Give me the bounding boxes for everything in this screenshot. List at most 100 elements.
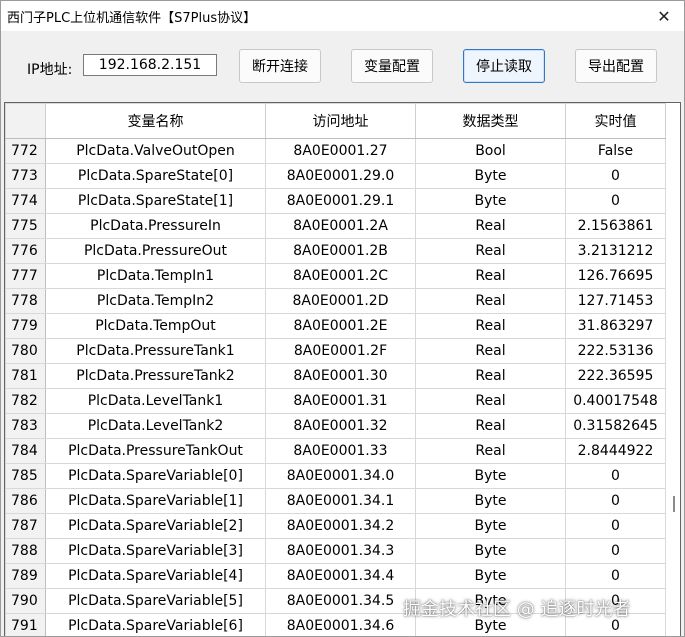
row-number[interactable]: 773	[5, 163, 46, 189]
ip-address-input[interactable]	[83, 54, 217, 76]
cell-realtime-value[interactable]: 0	[565, 513, 666, 539]
table-row[interactable]: 773 PlcData.SpareState[0] 8A0E0001.29.0 Byt…	[5, 163, 666, 189]
cell-realtime-value[interactable]: 222.53136	[565, 338, 666, 364]
row-number[interactable]: 786	[5, 488, 46, 514]
stop-reading-button[interactable]: 停止读取	[463, 49, 545, 83]
cell-data-type[interactable]: Real	[415, 413, 566, 439]
cell-data-type[interactable]: Byte	[415, 488, 566, 514]
cell-realtime-value[interactable]: 2.8444922	[565, 438, 666, 464]
cell-data-type[interactable]: Real	[415, 438, 566, 464]
export-config-button[interactable]: 导出配置	[575, 49, 657, 83]
cell-data-type[interactable]: Real	[415, 288, 566, 314]
cell-access-address[interactable]: 8A0E0001.29.0	[265, 163, 416, 189]
cell-data-type[interactable]: Byte	[415, 463, 566, 489]
cell-access-address[interactable]: 8A0E0001.2B	[265, 238, 416, 264]
vertical-scrollbar-thumb[interactable]	[673, 496, 675, 512]
cell-variable-name[interactable]: PlcData.TempOut	[45, 313, 266, 339]
cell-access-address[interactable]: 8A0E0001.29.1	[265, 188, 416, 214]
cell-access-address[interactable]: 8A0E0001.27	[265, 138, 416, 164]
cell-access-address[interactable]: 8A0E0001.30	[265, 363, 416, 389]
cell-realtime-value[interactable]: 0	[565, 488, 666, 514]
variable-grid[interactable]: 变量名称 访问地址 数据类型 实时值 772 PlcData.ValveOutOp…	[4, 102, 681, 636]
table-row[interactable]: 776 PlcData.PressureOut 8A0E0001.2B Real 3.2…	[5, 238, 666, 264]
row-number[interactable]: 779	[5, 313, 46, 339]
cell-variable-name[interactable]: PlcData.TempIn2	[45, 288, 266, 314]
row-number[interactable]: 783	[5, 413, 46, 439]
column-header-type[interactable]: 数据类型	[415, 103, 566, 139]
cell-realtime-value[interactable]: 0	[565, 538, 666, 564]
cell-data-type[interactable]: Real	[415, 363, 566, 389]
cell-realtime-value[interactable]: 222.36595	[565, 363, 666, 389]
cell-realtime-value[interactable]: 0	[565, 563, 666, 589]
cell-realtime-value[interactable]: 0.40017548	[565, 388, 666, 414]
cell-variable-name[interactable]: PlcData.PressureOut	[45, 238, 266, 264]
cell-realtime-value[interactable]: 0.31582645	[565, 413, 666, 439]
cell-access-address[interactable]: 8A0E0001.34.6	[265, 613, 416, 636]
cell-access-address[interactable]: 8A0E0001.2C	[265, 263, 416, 289]
row-number[interactable]: 784	[5, 438, 46, 464]
table-row[interactable]: 775 PlcData.PressureIn 8A0E0001.2A Real 2.15…	[5, 213, 666, 239]
row-number[interactable]: 777	[5, 263, 46, 289]
cell-realtime-value[interactable]: False	[565, 138, 666, 164]
cell-variable-name[interactable]: PlcData.SpareVariable[6]	[45, 613, 266, 636]
cell-variable-name[interactable]: PlcData.SpareVariable[5]	[45, 588, 266, 614]
table-row[interactable]: 786 PlcData.SpareVariable[1] 8A0E0001.34.1…	[5, 488, 666, 514]
cell-variable-name[interactable]: PlcData.LevelTank2	[45, 413, 266, 439]
cell-variable-name[interactable]: PlcData.PressureIn	[45, 213, 266, 239]
cell-access-address[interactable]: 8A0E0001.34.0	[265, 463, 416, 489]
column-header-name[interactable]: 变量名称	[45, 103, 266, 139]
table-row[interactable]: 777 PlcData.TempIn1 8A0E0001.2C Real 126.766…	[5, 263, 666, 289]
cell-access-address[interactable]: 8A0E0001.34.5	[265, 588, 416, 614]
cell-data-type[interactable]: Bool	[415, 138, 566, 164]
disconnect-button[interactable]: 断开连接	[239, 49, 321, 83]
table-row[interactable]: 774 PlcData.SpareState[1] 8A0E0001.29.1 Byt…	[5, 188, 666, 214]
cell-data-type[interactable]: Byte	[415, 513, 566, 539]
table-row[interactable]: 783 PlcData.LevelTank2 8A0E0001.32 Real 0.31…	[5, 413, 666, 439]
row-number[interactable]: 778	[5, 288, 46, 314]
cell-variable-name[interactable]: PlcData.SpareVariable[2]	[45, 513, 266, 539]
row-number[interactable]: 781	[5, 363, 46, 389]
cell-realtime-value[interactable]: 0	[565, 188, 666, 214]
row-header-corner[interactable]	[5, 103, 46, 139]
table-row[interactable]: 781 PlcData.PressureTank2 8A0E0001.30 Real 2…	[5, 363, 666, 389]
cell-access-address[interactable]: 8A0E0001.34.2	[265, 513, 416, 539]
cell-variable-name[interactable]: PlcData.PressureTank1	[45, 338, 266, 364]
table-row[interactable]: 778 PlcData.TempIn2 8A0E0001.2D Real 127.714…	[5, 288, 666, 314]
table-row[interactable]: 787 PlcData.SpareVariable[2] 8A0E0001.34.2…	[5, 513, 666, 539]
cell-variable-name[interactable]: PlcData.SpareVariable[1]	[45, 488, 266, 514]
cell-realtime-value[interactable]: 126.76695	[565, 263, 666, 289]
cell-variable-name[interactable]: PlcData.LevelTank1	[45, 388, 266, 414]
cell-access-address[interactable]: 8A0E0001.34.4	[265, 563, 416, 589]
cell-variable-name[interactable]: PlcData.PressureTankOut	[45, 438, 266, 464]
cell-access-address[interactable]: 8A0E0001.2F	[265, 338, 416, 364]
cell-variable-name[interactable]: PlcData.SpareVariable[3]	[45, 538, 266, 564]
cell-variable-name[interactable]: PlcData.SpareVariable[0]	[45, 463, 266, 489]
cell-data-type[interactable]: Real	[415, 313, 566, 339]
cell-variable-name[interactable]: PlcData.SpareVariable[4]	[45, 563, 266, 589]
cell-access-address[interactable]: 8A0E0001.34.1	[265, 488, 416, 514]
row-number[interactable]: 775	[5, 213, 46, 239]
cell-realtime-value[interactable]: 3.2131212	[565, 238, 666, 264]
cell-data-type[interactable]: Byte	[415, 563, 566, 589]
cell-data-type[interactable]: Byte	[415, 163, 566, 189]
cell-access-address[interactable]: 8A0E0001.34.3	[265, 538, 416, 564]
cell-data-type[interactable]: Real	[415, 238, 566, 264]
row-number[interactable]: 785	[5, 463, 46, 489]
row-number[interactable]: 782	[5, 388, 46, 414]
row-number[interactable]: 787	[5, 513, 46, 539]
cell-realtime-value[interactable]: 31.863297	[565, 313, 666, 339]
cell-variable-name[interactable]: PlcData.SpareState[1]	[45, 188, 266, 214]
row-number[interactable]: 776	[5, 238, 46, 264]
table-row[interactable]: 789 PlcData.SpareVariable[4] 8A0E0001.34.4…	[5, 563, 666, 589]
cell-access-address[interactable]: 8A0E0001.31	[265, 388, 416, 414]
table-row[interactable]: 772 PlcData.ValveOutOpen 8A0E0001.27 Bool Fa…	[5, 138, 666, 164]
table-row[interactable]: 780 PlcData.PressureTank1 8A0E0001.2F Real 2…	[5, 338, 666, 364]
cell-realtime-value[interactable]: 2.1563861	[565, 213, 666, 239]
row-number[interactable]: 772	[5, 138, 46, 164]
table-row[interactable]: 782 PlcData.LevelTank1 8A0E0001.31 Real 0.40…	[5, 388, 666, 414]
cell-realtime-value[interactable]: 127.71453	[565, 288, 666, 314]
cell-access-address[interactable]: 8A0E0001.33	[265, 438, 416, 464]
close-icon[interactable]: ✕	[644, 1, 684, 31]
cell-realtime-value[interactable]: 0	[565, 163, 666, 189]
cell-data-type[interactable]: Real	[415, 213, 566, 239]
